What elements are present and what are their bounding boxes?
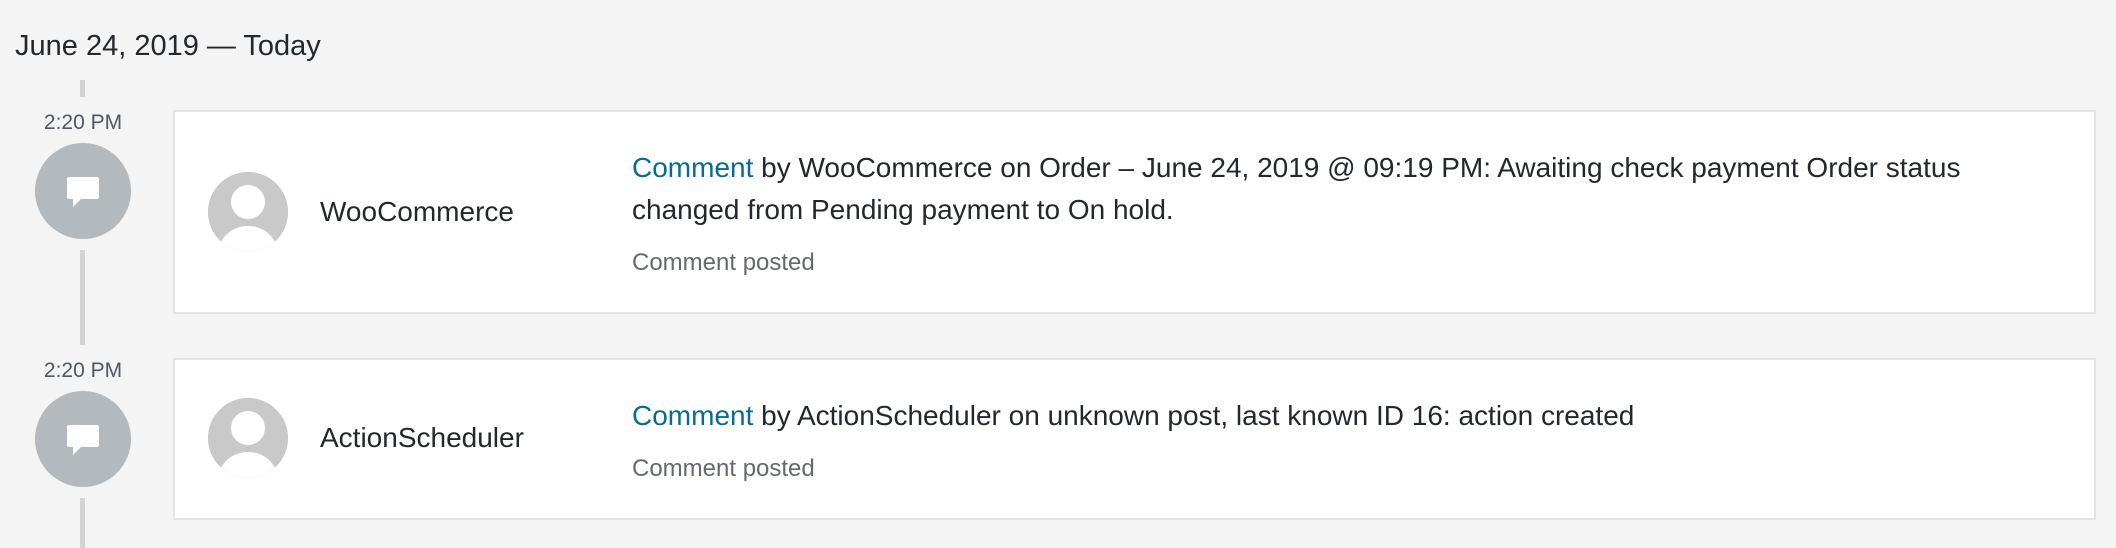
activity-message: Comment by WooCommerce on Order – June 2… (632, 147, 1972, 231)
comment-link[interactable]: Comment (632, 400, 753, 431)
message-text: by ActionScheduler on unknown post, last… (753, 400, 1635, 431)
comment-link[interactable]: Comment (632, 152, 753, 183)
timeline-line (80, 250, 85, 345)
message-text: by WooCommerce on Order – June 24, 2019 … (632, 152, 1961, 225)
activity-message: Comment by ActionScheduler on unknown po… (632, 395, 1972, 437)
timeline-line (80, 80, 85, 97)
comment-icon (35, 143, 131, 239)
entry-time: 2:20 PM (43, 111, 123, 134)
date-heading: June 24, 2019 — Today (15, 30, 321, 62)
activity-card: WooCommerce Comment by WooCommerce on Or… (173, 110, 2096, 314)
comment-icon (35, 391, 131, 487)
activity-meta: Comment posted (632, 455, 815, 482)
activity-card: ActionScheduler Comment by ActionSchedul… (173, 358, 2096, 520)
avatar (208, 398, 288, 478)
author-name: ActionScheduler (320, 422, 524, 453)
avatar (208, 172, 288, 252)
entry-time: 2:20 PM (43, 359, 123, 382)
activity-log: June 24, 2019 — Today 2:20 PM WooCommerc… (0, 0, 2116, 548)
activity-meta: Comment posted (632, 249, 815, 276)
author-name: WooCommerce (320, 196, 514, 227)
timeline-line (80, 498, 85, 548)
